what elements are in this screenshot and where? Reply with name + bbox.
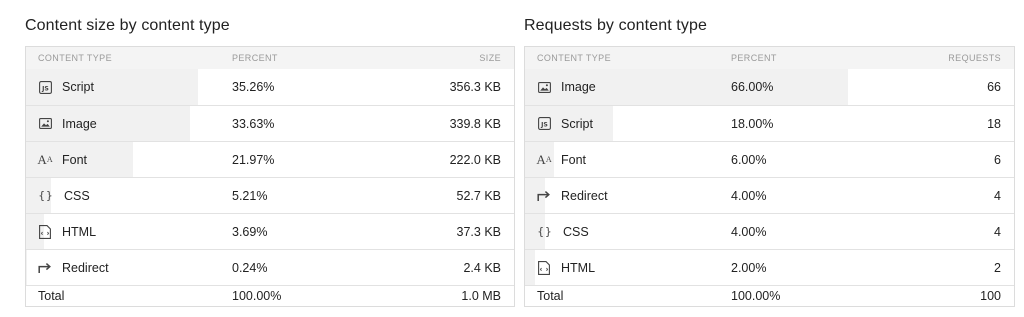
table-row: Redirect 4.00% 4 — [525, 177, 1014, 213]
content-type-label: HTML — [62, 224, 97, 239]
percent-cell: 4.00% — [731, 224, 767, 239]
content-type-label: Script — [62, 80, 94, 94]
js-file-icon: JS — [38, 80, 52, 94]
content-type-cell: Image — [26, 117, 219, 131]
js-file-icon: JS — [537, 117, 551, 131]
table-row: Image 33.63% 339.8 KB — [26, 105, 514, 141]
requests-cell: 4 — [994, 224, 1001, 239]
table-header: CONTENT TYPE PERCENT SIZE — [26, 47, 514, 69]
total-size: 1.0 MB — [461, 289, 501, 303]
percent-cell: 5.21% — [232, 188, 268, 203]
table-row: Image 66.00% 66 — [525, 69, 1014, 105]
content-type-cell: Image — [525, 80, 718, 94]
size-cell: 37.3 KB — [456, 224, 501, 239]
size-cell: 339.8 KB — [449, 116, 501, 131]
font-icon: AA — [536, 152, 552, 167]
table-row: A A Font 6.00% 6 — [525, 141, 1014, 177]
total-label: Total — [38, 289, 65, 303]
requests-cell: 18 — [987, 116, 1001, 131]
percent-cell: 21.97% — [232, 152, 275, 167]
content-type-label: Script — [561, 116, 593, 131]
content-size-panel: Content size by content type CONTENT TYP… — [25, 16, 515, 307]
table-row: HTML 2.00% 2 — [525, 249, 1014, 285]
header-size: SIZE — [479, 53, 501, 63]
table-row: Redirect 0.24% 2.4 KB — [26, 249, 514, 285]
redirect-icon — [38, 261, 52, 275]
content-type-cell: Redirect — [26, 261, 219, 275]
image-icon — [38, 117, 52, 131]
content-type-label: Image — [561, 80, 596, 94]
header-content-type: CONTENT TYPE — [537, 53, 611, 63]
content-type-label: Redirect — [561, 188, 608, 203]
table-row: {} CSS 4.00% 4 — [525, 213, 1014, 249]
percent-cell: 2.00% — [731, 260, 767, 275]
table-row: JS Script 18.00% 18 — [525, 105, 1014, 141]
table-header: CONTENT TYPE PERCENT REQUESTS — [525, 47, 1014, 69]
header-requests: REQUESTS — [948, 53, 1001, 63]
table-row: A A Font 21.97% 222.0 KB — [26, 141, 514, 177]
total-requests: 100 — [980, 289, 1001, 303]
content-type-cell: {} CSS — [525, 225, 718, 239]
redirect-icon — [537, 189, 551, 203]
content-type-label: Redirect — [62, 260, 109, 275]
panel-title: Content size by content type — [25, 17, 230, 34]
total-label: Total — [537, 289, 564, 303]
content-type-cell: JS Script — [525, 117, 718, 131]
table-row: HTML 3.69% 37.3 KB — [26, 213, 514, 249]
content-type-label: HTML — [561, 260, 596, 275]
content-type-cell: A A Font — [26, 153, 219, 167]
percent-cell: 4.00% — [731, 188, 767, 203]
table-total-row: Total 100.00% 1.0 MB — [26, 285, 514, 306]
font-icon: AA — [37, 152, 53, 167]
percent-cell: 6.00% — [731, 152, 767, 167]
percent-cell: 0.24% — [232, 260, 268, 275]
percent-cell: 66.00% — [731, 80, 774, 94]
percent-cell: 35.26% — [232, 80, 275, 94]
content-type-cell: HTML — [26, 225, 219, 239]
header-percent: PERCENT — [232, 53, 278, 63]
content-type-label: Font — [62, 152, 88, 167]
size-cell: 356.3 KB — [449, 80, 501, 94]
percent-cell: 33.63% — [232, 116, 275, 131]
header-content-type: CONTENT TYPE — [38, 53, 112, 63]
requests-cell: 6 — [994, 152, 1001, 167]
svg-text:JS: JS — [41, 85, 49, 92]
braces-icon: {} — [537, 225, 553, 238]
braces-icon: {} — [38, 189, 54, 202]
content-type-label: Font — [561, 152, 587, 167]
header-percent: PERCENT — [731, 53, 777, 63]
content-type-label: CSS — [563, 224, 589, 239]
requests-cell: 66 — [987, 80, 1001, 94]
size-cell: 2.4 KB — [463, 260, 501, 275]
requests-cell: 4 — [994, 188, 1001, 203]
table-row: JS Script 35.26% 356.3 KB — [26, 69, 514, 105]
table-total-row: Total 100.00% 100 — [525, 285, 1014, 306]
image-icon — [537, 80, 551, 94]
content-type-label: CSS — [64, 188, 90, 203]
size-cell: 52.7 KB — [456, 188, 501, 203]
requests-table: CONTENT TYPE PERCENT REQUESTS Image 66.00… — [524, 46, 1015, 307]
content-type-cell: Redirect — [525, 189, 718, 203]
percent-cell: 3.69% — [232, 224, 268, 239]
content-type-cell: JS Script — [26, 80, 219, 94]
size-cell: 222.0 KB — [449, 152, 501, 167]
html-file-icon — [38, 224, 52, 239]
table-row: {} CSS 5.21% 52.7 KB — [26, 177, 514, 213]
html-file-icon — [537, 260, 551, 275]
content-type-cell: A A Font — [525, 153, 718, 167]
panel-title: Requests by content type — [524, 17, 707, 34]
content-type-label: Image — [62, 116, 97, 131]
requests-panel: Requests by content type CONTENT TYPE PE… — [524, 16, 1015, 307]
percent-cell: 18.00% — [731, 116, 774, 131]
total-percent: 100.00% — [731, 289, 781, 303]
total-percent: 100.00% — [232, 289, 282, 303]
svg-text:JS: JS — [540, 121, 548, 128]
content-type-cell: HTML — [525, 261, 718, 275]
requests-cell: 2 — [994, 260, 1001, 275]
content-size-table: CONTENT TYPE PERCENT SIZE JS Script 35.26%… — [25, 46, 515, 307]
content-type-cell: {} CSS — [26, 189, 219, 203]
